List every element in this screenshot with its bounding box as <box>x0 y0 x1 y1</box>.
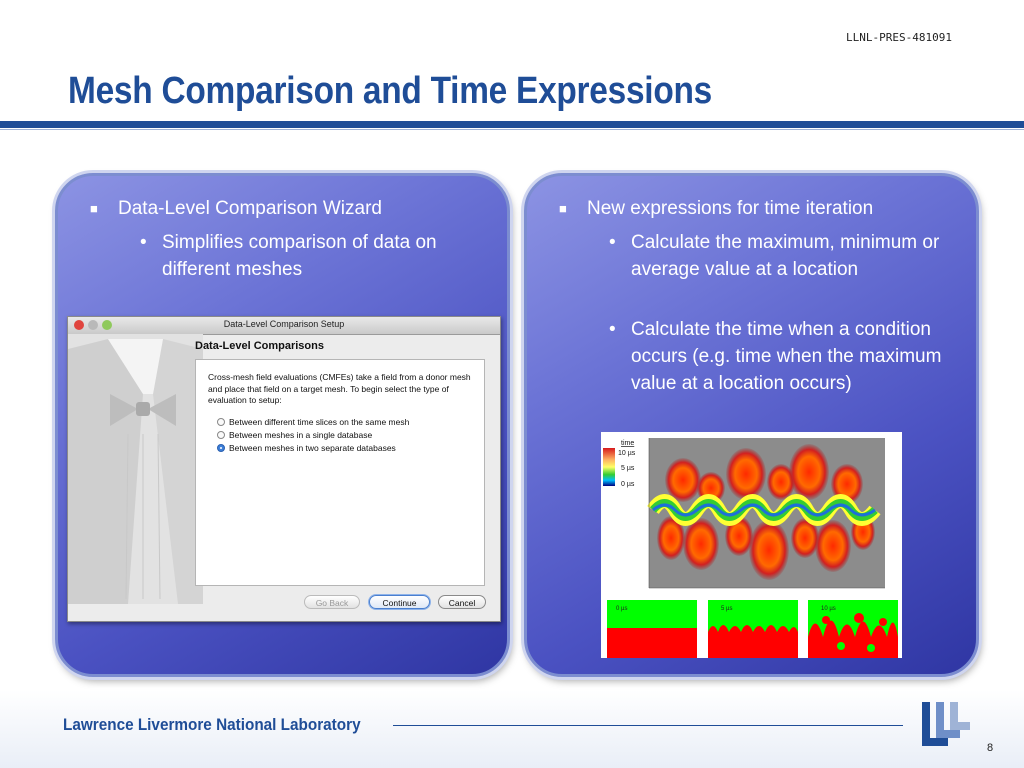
dialog-window-title: Data-Level Comparison Setup <box>223 319 345 329</box>
title-rule <box>0 121 1024 128</box>
go-back-button[interactable]: Go Back <box>304 595 360 609</box>
llnl-logo-icon <box>922 702 970 746</box>
snapshot-5: 5 µs <box>708 600 798 658</box>
simulation-figure: time 10 µs 5 µs 0 µs 0 µs 5 µs 10 µs <box>601 432 902 658</box>
dialog-content-box: Cross-mesh field evaluations (CMFEs) tak… <box>195 359 485 586</box>
left-subbullet-text: Simplifies comparison of data on differe… <box>162 232 437 280</box>
right-bullet-text: New expressions for time iteration <box>587 198 874 219</box>
legend-title: time <box>621 440 634 447</box>
left-bullet: ■ Data-Level Comparison Wizard <box>90 195 498 222</box>
dot-bullet-icon: • <box>609 319 616 340</box>
radio-option-separate-databases[interactable]: Between meshes in two separate databases <box>217 443 396 453</box>
legend-label-top: 10 µs <box>618 450 636 457</box>
radio-label: Between meshes in two separate databases <box>229 443 396 453</box>
radio-label: Between different time slices on the sam… <box>229 417 410 427</box>
dot-bullet-icon: • <box>609 232 616 253</box>
title-rule-thin <box>0 129 1024 130</box>
cancel-button[interactable]: Cancel <box>438 595 486 609</box>
page-number: 8 <box>987 742 994 754</box>
right-subbullet-1: • Calculate the maximum, minimum or aver… <box>609 229 967 283</box>
dialog-titlebar: Data-Level Comparison Setup <box>68 317 500 335</box>
square-bullet-icon: ■ <box>90 201 98 216</box>
dialog-heading: Data-Level Comparisons <box>195 340 324 352</box>
left-subbullet: • Simplifies comparison of data on diffe… <box>140 229 502 283</box>
snapshot-0: 0 µs <box>607 600 697 658</box>
footer-rule <box>393 725 903 726</box>
tuxedo-illustration-icon <box>68 334 203 604</box>
left-bullet-text: Data-Level Comparison Wizard <box>118 198 382 219</box>
snapshot-label-10: 10 µs <box>821 606 836 612</box>
comparison-dialog-screenshot: Data-Level Comparison Setup Data-Level C… <box>67 316 501 622</box>
snapshot-label-5: 5 µs <box>721 606 732 612</box>
snapshot-label-0: 0 µs <box>616 606 627 612</box>
document-id: LLNL-PRES-481091 <box>846 31 952 44</box>
lab-name: Lawrence Livermore National Laboratory <box>63 715 361 734</box>
radio-button[interactable] <box>217 418 225 426</box>
instability-plot: time 10 µs 5 µs 0 µs 0 µs 5 µs 10 µs <box>603 438 898 658</box>
right-bullet: ■ New expressions for time iteration <box>559 195 967 222</box>
square-bullet-icon: ■ <box>559 201 567 216</box>
color-legend-bar <box>603 448 615 486</box>
dialog-description: Cross-mesh field evaluations (CMFEs) tak… <box>208 372 471 405</box>
radio-label: Between meshes in a single database <box>229 430 373 440</box>
radio-option-single-database[interactable]: Between meshes in a single database <box>217 430 373 440</box>
radio-button[interactable] <box>217 431 225 439</box>
dot-bullet-icon: • <box>140 232 147 253</box>
continue-button[interactable]: Continue <box>369 595 430 609</box>
snapshot-10: 10 µs <box>808 600 898 658</box>
right-subbullet-2: • Calculate the time when a condition oc… <box>609 316 967 397</box>
radio-button-selected[interactable] <box>217 444 225 452</box>
right-subbullet-text: Calculate the time when a condition occu… <box>631 319 942 394</box>
radio-option-time-slices[interactable]: Between different time slices on the sam… <box>217 417 410 427</box>
legend-label-bottom: 0 µs <box>621 481 635 488</box>
slide-title: Mesh Comparison and Time Expressions <box>68 70 713 112</box>
legend-label-mid: 5 µs <box>621 465 635 472</box>
right-subbullet-text: Calculate the maximum, minimum or averag… <box>631 232 940 280</box>
